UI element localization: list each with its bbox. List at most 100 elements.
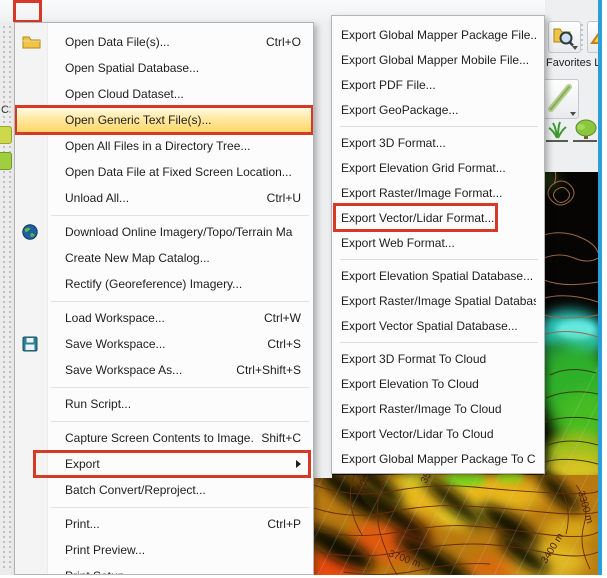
folder-search-icon bbox=[553, 28, 574, 47]
partial-toolbar-button[interactable] bbox=[587, 21, 598, 53]
menu-item-label: Save Workspace... bbox=[65, 337, 166, 351]
menu-item-shortcut: Ctrl+W bbox=[264, 311, 301, 325]
chevron-down-icon[interactable] bbox=[572, 46, 578, 50]
menu-item[interactable]: Open All Files in a Directory Tree... bbox=[15, 133, 313, 159]
menu-item[interactable]: Open Generic Text File(s)... bbox=[15, 105, 313, 135]
menu-item[interactable]: Save Workspace As... Ctrl+Shift+S bbox=[15, 357, 313, 383]
bush-icon[interactable] bbox=[574, 118, 598, 142]
menu-item-label: Capture Screen Contents to Image... bbox=[65, 431, 254, 445]
menubar-item[interactable] bbox=[44, 0, 58, 22]
submenu-item-label: Export Web Format... bbox=[341, 235, 455, 250]
submenu-item[interactable]: Export Vector/Lidar Format... bbox=[332, 203, 544, 232]
menu-separator bbox=[15, 211, 313, 219]
submenu-item[interactable]: Export Global Mapper Package File... bbox=[332, 22, 544, 47]
menu-item[interactable]: Run Script... bbox=[15, 391, 313, 417]
menu-item[interactable]: Print Setup bbox=[15, 563, 313, 574]
menu-item[interactable]: Print Preview... bbox=[15, 537, 313, 563]
submenu-item-label: Export PDF File... bbox=[341, 77, 436, 92]
menu-item-label: Load Workspace... bbox=[65, 311, 165, 325]
toolbar-right-strip: Favorites List bbox=[545, 0, 598, 172]
menu-item[interactable]: Print... Ctrl+P bbox=[15, 511, 313, 537]
export-submenu: Export Global Mapper Package File... Exp… bbox=[331, 15, 545, 474]
chevron-down-icon[interactable] bbox=[570, 112, 576, 116]
file-menu-dropdown: Open Data File(s)... Ctrl+O Open Spatial… bbox=[14, 22, 314, 575]
favorites-list-label: Favorites List bbox=[546, 57, 598, 69]
menubar-item[interactable] bbox=[100, 0, 114, 22]
docked-toolbar-edge: C bbox=[0, 22, 14, 575]
submenu-item-label: Export Global Mapper Package File... bbox=[341, 27, 536, 42]
menubar-item[interactable] bbox=[30, 0, 44, 22]
menubar-item[interactable] bbox=[128, 0, 142, 22]
submenu-item[interactable]: Export Global Mapper Mobile File... bbox=[332, 47, 544, 72]
submenu-item[interactable]: Export GeoPackage... bbox=[332, 97, 544, 122]
menu-item-label: Print... bbox=[65, 517, 100, 531]
submenu-item-label: Export GeoPackage... bbox=[341, 102, 459, 117]
menu-item[interactable]: Open Spatial Database... bbox=[15, 55, 313, 81]
grass-icon[interactable] bbox=[547, 118, 569, 142]
menubar-item[interactable] bbox=[86, 0, 100, 22]
partial-icon bbox=[0, 126, 12, 144]
submenu-arrow-icon bbox=[296, 460, 301, 468]
submenu-item-label: Export Elevation To Cloud bbox=[341, 376, 479, 391]
submenu-item[interactable]: Export Elevation Spatial Database... bbox=[332, 263, 544, 288]
menu-item-shortcut: Ctrl+U bbox=[266, 191, 301, 205]
menu-separator bbox=[15, 417, 313, 425]
menu-item-shortcut: Shift+C bbox=[261, 431, 301, 445]
submenu-item-label: Export Global Mapper Package To Cloud bbox=[341, 451, 536, 466]
menu-item-shortcut: Ctrl+O bbox=[265, 35, 301, 49]
menu-separator bbox=[332, 122, 544, 130]
submenu-item[interactable]: Export Elevation Grid Format... bbox=[332, 155, 544, 180]
menu-item[interactable]: Export bbox=[15, 450, 313, 478]
menubar-item[interactable] bbox=[13, 0, 42, 23]
menu-item-label: Open Spatial Database... bbox=[65, 61, 200, 75]
toolbar-separator bbox=[581, 24, 583, 50]
menubar-item[interactable] bbox=[58, 0, 72, 22]
submenu-item[interactable]: Export PDF File... bbox=[332, 72, 544, 97]
menu-item[interactable]: Open Data File(s)... Ctrl+O bbox=[15, 29, 313, 55]
menu-item-shortcut: Ctrl+P bbox=[267, 517, 301, 531]
menu-item[interactable]: Save Workspace... Ctrl+S bbox=[15, 331, 313, 357]
menu-item[interactable]: Open Cloud Dataset... bbox=[15, 81, 313, 107]
submenu-item-label: Export Raster/Image To Cloud bbox=[341, 401, 502, 416]
menu-item[interactable]: Batch Convert/Reproject... bbox=[15, 477, 313, 503]
menu-item[interactable]: Load Workspace... Ctrl+W bbox=[15, 305, 313, 331]
toolbar-grip[interactable] bbox=[9, 26, 11, 571]
submenu-item-label: Export Raster/Image Spatial Database... bbox=[341, 293, 536, 308]
menubar-item[interactable] bbox=[72, 0, 86, 22]
submenu-item[interactable]: Export 3D Format To Cloud bbox=[332, 346, 544, 371]
draw-tool-button[interactable] bbox=[545, 79, 579, 119]
menu-item[interactable]: Download Online Imagery/Topo/Terrain Map… bbox=[15, 219, 313, 245]
submenu-item[interactable]: Export Vector/Lidar To Cloud bbox=[332, 421, 544, 446]
triangle-tool-icon bbox=[590, 32, 598, 44]
menu-item-label: Open Data File at Fixed Screen Location.… bbox=[65, 165, 292, 179]
menu-item[interactable]: Open Data File at Fixed Screen Location.… bbox=[15, 159, 313, 185]
submenu-item[interactable]: Export Elevation To Cloud bbox=[332, 371, 544, 396]
submenu-item[interactable]: Export Web Format... bbox=[332, 230, 544, 255]
submenu-item-label: Export Vector/Lidar To Cloud bbox=[341, 426, 494, 441]
menu-separator bbox=[15, 297, 313, 305]
submenu-item[interactable]: Export Global Mapper Package To Cloud bbox=[332, 446, 544, 471]
submenu-item[interactable]: Export Raster/Image To Cloud bbox=[332, 396, 544, 421]
menu-item[interactable]: Capture Screen Contents to Image... Shif… bbox=[15, 425, 313, 451]
submenu-item[interactable]: Export 3D Format... bbox=[332, 130, 544, 155]
submenu-item-label: Export Elevation Grid Format... bbox=[341, 160, 506, 175]
submenu-item-label: Export Global Mapper Mobile File... bbox=[341, 52, 530, 67]
menubar-item[interactable] bbox=[114, 0, 128, 22]
submenu-item-label: Export 3D Format... bbox=[341, 135, 446, 150]
menu-item-label: Download Online Imagery/Topo/Terrain Map… bbox=[65, 225, 293, 239]
menu-item[interactable]: Create New Map Catalog... bbox=[15, 245, 313, 271]
menu-item-label: Save Workspace As... bbox=[65, 363, 183, 377]
menu-item[interactable]: Unload All... Ctrl+U bbox=[15, 185, 313, 211]
search-files-button[interactable] bbox=[548, 21, 581, 53]
screenshot-blue-border bbox=[598, 0, 602, 575]
menu-item-label: Open Generic Text File(s)... bbox=[65, 113, 212, 127]
submenu-item[interactable]: Export Raster/Image Format... bbox=[332, 180, 544, 205]
submenu-item[interactable]: Export Vector Spatial Database... bbox=[332, 313, 544, 338]
menu-item[interactable]: Rectify (Georeference) Imagery... bbox=[15, 271, 313, 297]
workspace-background bbox=[314, 22, 332, 478]
menu-separator bbox=[15, 383, 313, 391]
submenu-item[interactable]: Export Raster/Image Spatial Database... bbox=[332, 288, 544, 313]
menu-separator bbox=[15, 503, 313, 511]
menu-item-shortcut: Ctrl+Shift+S bbox=[236, 363, 301, 377]
menu-item-label: Open Data File(s)... bbox=[65, 35, 170, 49]
